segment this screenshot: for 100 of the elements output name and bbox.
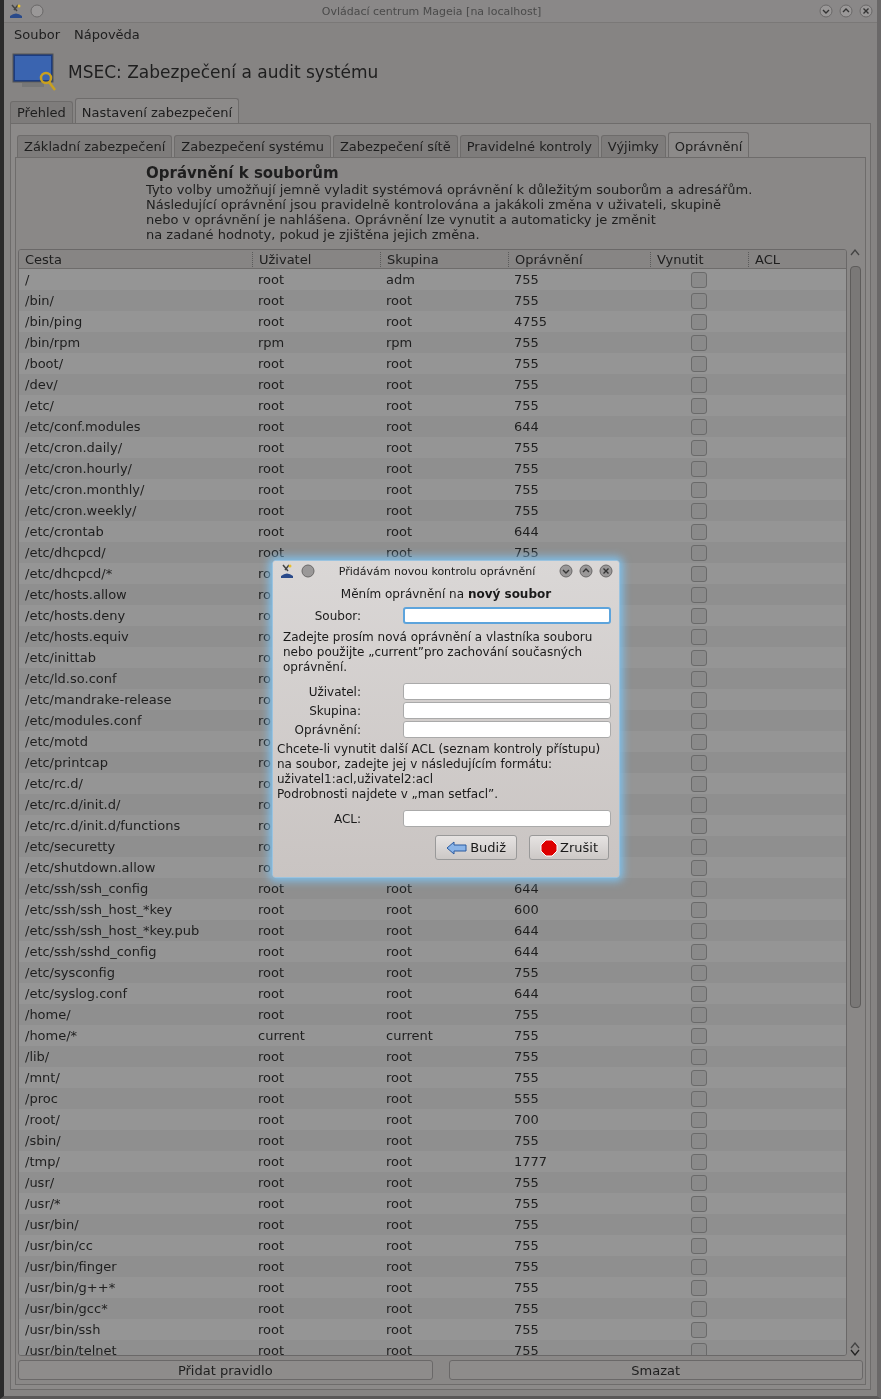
checkbox[interactable]: [691, 943, 707, 960]
scrollbar-thumb[interactable]: [849, 266, 861, 1008]
input-field[interactable]: [403, 683, 611, 700]
checkbox[interactable]: [691, 1195, 707, 1212]
checkbox[interactable]: [691, 691, 707, 708]
checkbox[interactable]: [691, 1237, 707, 1254]
tab[interactable]: Oprávnění: [667, 132, 750, 157]
column-header[interactable]: Vynutit: [650, 251, 748, 267]
menu-button[interactable]: [301, 564, 315, 578]
input-field[interactable]: [403, 721, 611, 738]
table-cell: 755: [514, 1175, 539, 1190]
checkbox[interactable]: [691, 754, 707, 771]
checkbox[interactable]: [691, 523, 707, 540]
checkbox[interactable]: [691, 922, 707, 939]
checkbox[interactable]: [691, 418, 707, 435]
checkbox[interactable]: [691, 1342, 707, 1355]
action-button[interactable]: Smazat: [448, 1360, 863, 1380]
checkbox[interactable]: [691, 670, 707, 687]
checkbox[interactable]: [691, 712, 707, 729]
checkbox[interactable]: [691, 649, 707, 666]
table-cell: /usr/bin/ssh: [25, 1322, 101, 1337]
column-header[interactable]: ACL: [748, 251, 846, 267]
checkbox[interactable]: [691, 1006, 707, 1023]
checkbox[interactable]: [691, 1090, 707, 1107]
scroll-up-icon[interactable]: [850, 1342, 860, 1349]
column-header[interactable]: Skupina: [380, 251, 508, 267]
input-field[interactable]: [403, 810, 611, 827]
scroll-down-icon[interactable]: [850, 1349, 860, 1356]
table-cell: /etc/ld.so.conf: [25, 671, 117, 686]
checkbox[interactable]: [691, 292, 707, 309]
checkbox[interactable]: [691, 817, 707, 834]
checkbox[interactable]: [691, 838, 707, 855]
maximize-button[interactable]: [839, 4, 853, 18]
table-cell: root: [258, 881, 285, 896]
maximize-button[interactable]: [579, 564, 593, 578]
tab[interactable]: Zabezpečení sítě: [332, 135, 458, 157]
checkbox[interactable]: [691, 1048, 707, 1065]
checkbox[interactable]: [691, 1279, 707, 1296]
checkbox[interactable]: [691, 355, 707, 372]
menu-item[interactable]: Soubor: [14, 27, 60, 42]
cancel-button[interactable]: Zrušit: [529, 835, 609, 860]
checkbox[interactable]: [691, 460, 707, 477]
checkbox[interactable]: [691, 733, 707, 750]
checkbox[interactable]: [691, 565, 707, 582]
checkbox[interactable]: [691, 964, 707, 981]
minimize-button[interactable]: [559, 564, 573, 578]
input-field[interactable]: [403, 607, 611, 624]
checkbox[interactable]: [691, 376, 707, 393]
checkbox[interactable]: [691, 1258, 707, 1275]
close-button[interactable]: [599, 564, 613, 578]
checkbox[interactable]: [691, 271, 707, 288]
checkbox[interactable]: [691, 1216, 707, 1233]
checkbox[interactable]: [691, 775, 707, 792]
tab[interactable]: Základní zabezpečení: [17, 135, 173, 157]
checkbox[interactable]: [691, 1132, 707, 1149]
input-field[interactable]: [403, 702, 611, 719]
checkbox[interactable]: [691, 796, 707, 813]
checkbox[interactable]: [691, 880, 707, 897]
tab[interactable]: Nastavení zabezpečení: [74, 98, 240, 123]
checkbox[interactable]: [691, 1174, 707, 1191]
checkbox[interactable]: [691, 439, 707, 456]
menu-item[interactable]: Nápověda: [74, 27, 140, 42]
checkbox[interactable]: [691, 607, 707, 624]
checkbox[interactable]: [691, 586, 707, 603]
checkbox[interactable]: [691, 1027, 707, 1044]
table-cell: 644: [514, 923, 539, 938]
table-cell: root: [386, 1007, 413, 1022]
table-cell: /etc/ssh/ssh_config: [25, 881, 149, 896]
checkbox[interactable]: [691, 313, 707, 330]
checkbox[interactable]: [691, 1321, 707, 1338]
field-label: Oprávnění:: [293, 722, 362, 737]
checkbox[interactable]: [691, 502, 707, 519]
column-header[interactable]: Oprávnění: [508, 251, 650, 267]
tab[interactable]: Pravidelné kontroly: [459, 135, 599, 157]
action-button[interactable]: Přidat pravidlo: [18, 1360, 433, 1380]
table-cell: 755: [514, 293, 539, 308]
minimize-button[interactable]: [819, 4, 833, 18]
menu-button[interactable]: [30, 4, 44, 18]
scroll-up-icon[interactable]: [850, 249, 860, 256]
close-button[interactable]: [859, 4, 873, 18]
tab[interactable]: Výjimky: [600, 135, 666, 157]
tab[interactable]: Zabezpečení systému: [174, 135, 331, 157]
checkbox[interactable]: [691, 901, 707, 918]
checkbox[interactable]: [691, 1111, 707, 1128]
checkbox[interactable]: [691, 397, 707, 414]
table-cell: root: [258, 902, 285, 917]
checkbox[interactable]: [691, 481, 707, 498]
tab[interactable]: Přehled: [10, 101, 73, 123]
checkbox[interactable]: [691, 1069, 707, 1086]
column-header[interactable]: Uživatel: [252, 251, 380, 267]
checkbox[interactable]: [691, 1300, 707, 1317]
column-header[interactable]: Cesta: [19, 251, 252, 267]
checkbox[interactable]: [691, 628, 707, 645]
checkbox[interactable]: [691, 544, 707, 561]
checkbox[interactable]: [691, 859, 707, 876]
ok-button[interactable]: Budiž: [435, 835, 517, 860]
checkbox[interactable]: [691, 334, 707, 351]
checkbox[interactable]: [691, 1153, 707, 1170]
table-cell: ro: [258, 839, 271, 854]
checkbox[interactable]: [691, 985, 707, 1002]
